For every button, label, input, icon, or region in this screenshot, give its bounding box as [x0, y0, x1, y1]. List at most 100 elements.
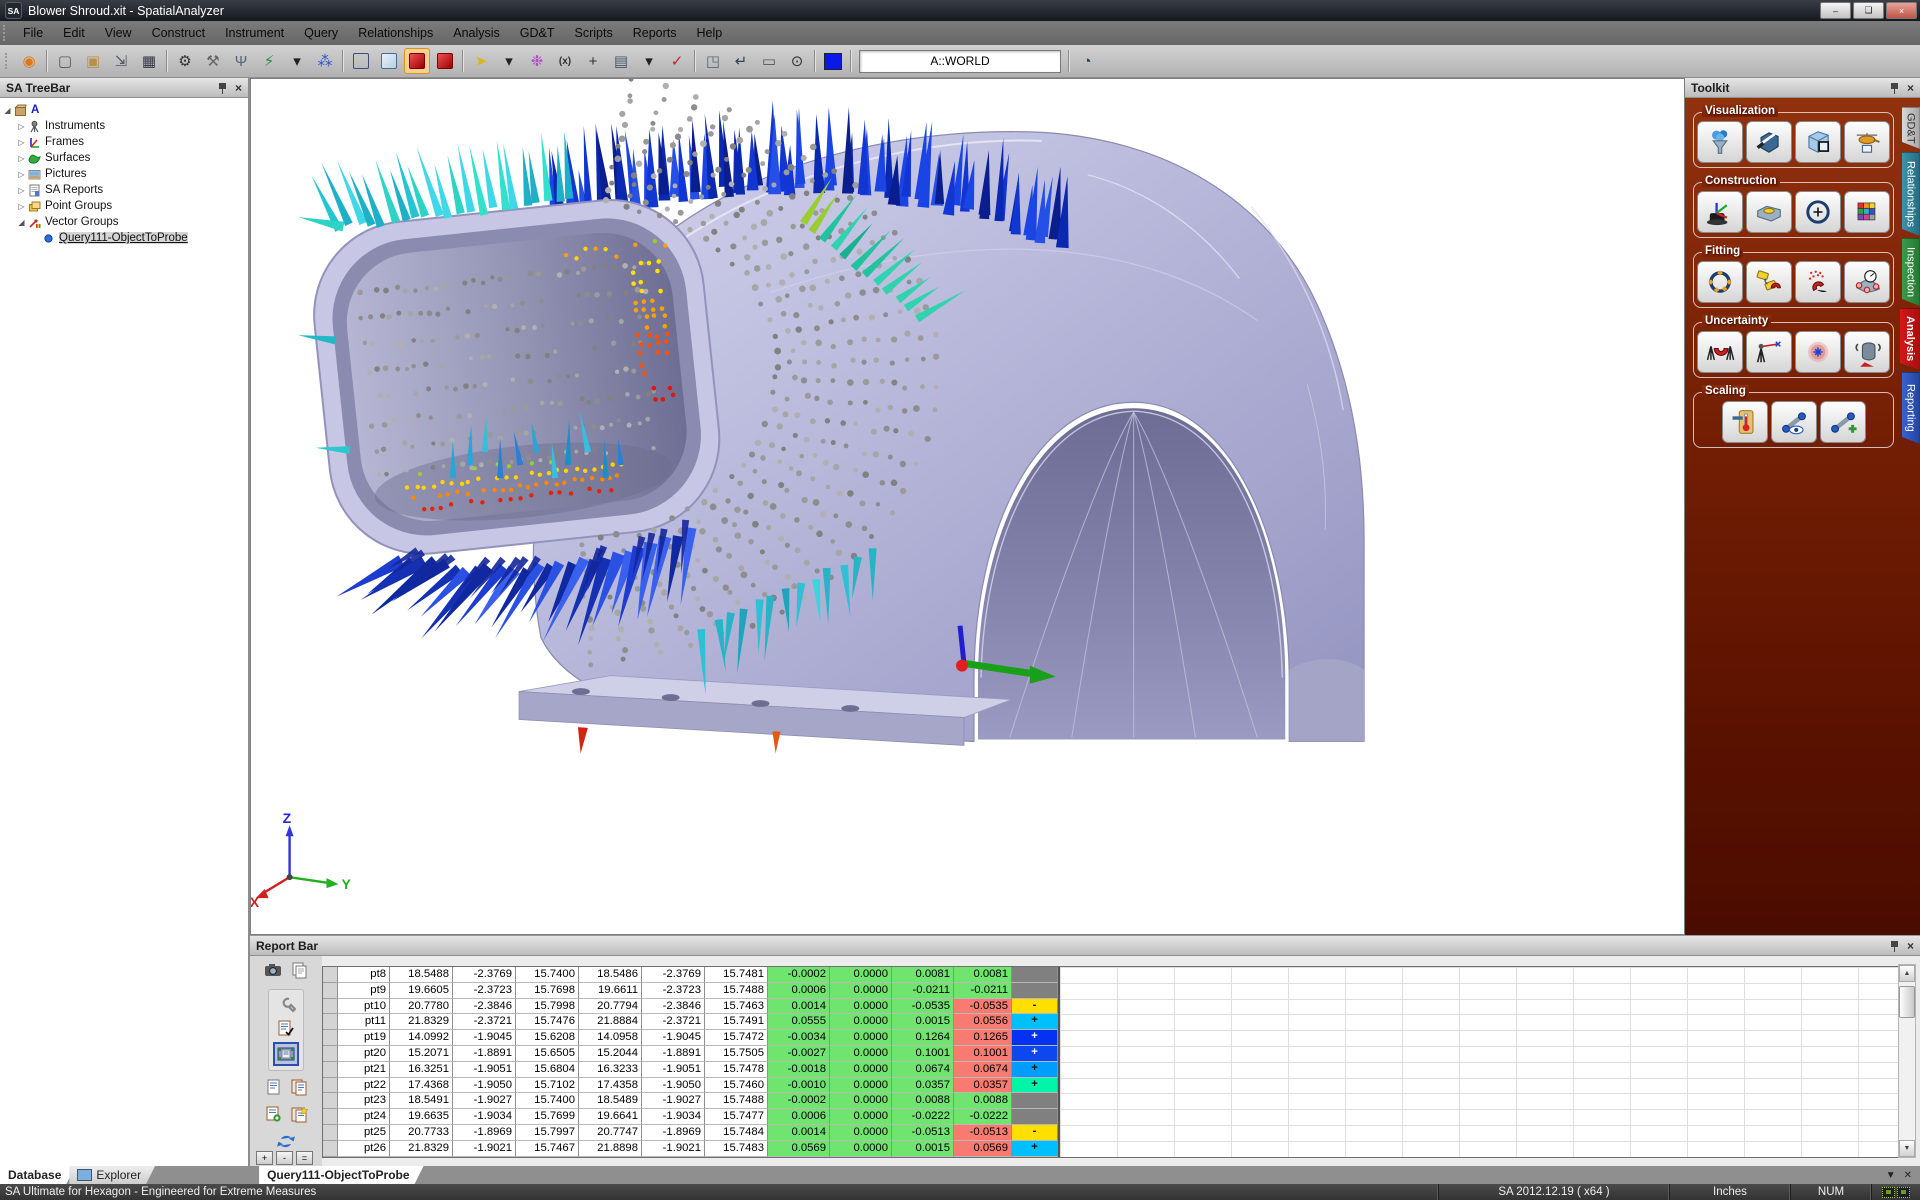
- reportbar-close-icon[interactable]: ×: [1907, 940, 1914, 952]
- menu-help[interactable]: Help: [687, 23, 733, 43]
- report-row-pt25[interactable]: pt2520.7733-1.896915.799720.7747-1.89691…: [323, 1125, 1901, 1141]
- tree-item-frames[interactable]: ▷Frames: [2, 134, 246, 150]
- palette-icon[interactable]: ❉: [524, 48, 550, 74]
- primitive-block-icon[interactable]: [1746, 191, 1792, 233]
- tree-item-surfaces[interactable]: ▷Surfaces: [2, 150, 246, 166]
- menu-view[interactable]: View: [95, 23, 142, 43]
- shaded-cube-icon[interactable]: [376, 48, 402, 74]
- frame-watch-icon[interactable]: ◔: [1074, 48, 1100, 74]
- construction-wizard-icon[interactable]: [1697, 191, 1743, 233]
- menu-edit[interactable]: Edit: [53, 23, 95, 43]
- menu-reports[interactable]: Reports: [623, 23, 687, 43]
- run-menu-caret[interactable]: ▾: [284, 48, 310, 74]
- report-stack-icon[interactable]: [288, 1077, 310, 1097]
- report-row-pt10[interactable]: pt1020.7780-2.384615.799820.7794-2.38461…: [323, 999, 1901, 1015]
- reportbar-pin-icon[interactable]: [1890, 940, 1899, 952]
- toolbar-grip[interactable]: [5, 53, 12, 69]
- voxel-cloud-icon[interactable]: [1844, 191, 1890, 233]
- tab-explorer[interactable]: Explorer: [69, 1166, 155, 1184]
- toolkit-tab-inspection[interactable]: Inspection: [1902, 238, 1920, 306]
- copy-report-icon[interactable]: [288, 960, 310, 980]
- tree-expander-icon[interactable]: ◢: [16, 218, 27, 227]
- scale-bar-view-icon[interactable]: [1771, 401, 1817, 443]
- scale-bar-add-icon[interactable]: [1820, 401, 1866, 443]
- check-measure-icon[interactable]: ✓: [664, 48, 690, 74]
- minimize-button[interactable]: –: [1820, 2, 1851, 19]
- tools-wrench-icon[interactable]: ⚒: [200, 48, 226, 74]
- report-row-pt24[interactable]: pt2419.6635-1.903415.769919.6641-1.90341…: [323, 1109, 1901, 1125]
- pick-menu-caret[interactable]: ▾: [496, 48, 522, 74]
- menu-instrument[interactable]: Instrument: [215, 23, 294, 43]
- instrument-ray-uncertainty-icon[interactable]: [1746, 331, 1792, 373]
- tree-expander-icon[interactable]: ▷: [16, 122, 27, 131]
- report-row-pt22[interactable]: pt2217.4368-1.905015.710217.4358-1.90501…: [323, 1078, 1901, 1094]
- report-zoom-out-button[interactable]: -: [276, 1151, 293, 1165]
- close-button[interactable]: ×: [1886, 2, 1917, 19]
- measure-x-icon[interactable]: (x): [552, 48, 578, 74]
- menu-file[interactable]: File: [13, 23, 53, 43]
- import-file-icon[interactable]: ⇲: [108, 48, 134, 74]
- report-options-wrench-icon[interactable]: [275, 994, 297, 1014]
- report-add-icon[interactable]: [262, 1104, 284, 1124]
- menu-query[interactable]: Query: [294, 23, 348, 43]
- report-new-star-icon[interactable]: [288, 1104, 310, 1124]
- report-frame-icon[interactable]: [273, 1042, 299, 1066]
- scroll-up-icon[interactable]: ▲: [1899, 965, 1915, 982]
- maximize-button[interactable]: ❏: [1853, 2, 1884, 19]
- toolkit-pin-icon[interactable]: [1890, 82, 1899, 94]
- menu-relationships[interactable]: Relationships: [348, 23, 443, 43]
- tree-expander-icon[interactable]: ▷: [16, 202, 27, 211]
- wireframe-cube-icon[interactable]: [348, 48, 374, 74]
- uncertainty-cloud-icon[interactable]: [1795, 331, 1841, 373]
- sa-launch-icon[interactable]: ◉: [16, 48, 42, 74]
- report-row-pt8[interactable]: pt818.5488-2.376915.740018.5486-2.376915…: [323, 967, 1901, 983]
- thermometer-scale-icon[interactable]: [1722, 401, 1768, 443]
- callout-icon[interactable]: ◳: [700, 48, 726, 74]
- report-row-pt23[interactable]: pt2318.5491-1.902715.740018.5489-1.90271…: [323, 1093, 1901, 1109]
- treebar-pin-icon[interactable]: [218, 82, 227, 94]
- screenshot-camera-icon[interactable]: [262, 960, 284, 980]
- screen-camera-icon[interactable]: ⊙: [784, 48, 810, 74]
- scroll-thumb[interactable]: [1899, 986, 1915, 1018]
- report-menu-caret[interactable]: ▾: [636, 48, 662, 74]
- tree-item-vectorgroups[interactable]: ◢Vector Groups: [2, 214, 246, 230]
- robot-magnet-fit-icon[interactable]: [1746, 261, 1792, 303]
- report-check-icon[interactable]: [275, 1018, 297, 1038]
- graphics-viewport[interactable]: ZXY: [250, 78, 1685, 935]
- report-template-icon[interactable]: ▤: [608, 48, 634, 74]
- open-file-icon[interactable]: ▣: [80, 48, 106, 74]
- sensor-noise-uncertainty-icon[interactable]: [1844, 331, 1890, 373]
- toolkit-tab-analysis[interactable]: Analysis: [1900, 308, 1920, 370]
- fit-circle-points-icon[interactable]: [1697, 261, 1743, 303]
- tab-database[interactable]: Database: [0, 1166, 75, 1184]
- tree-item-instruments[interactable]: ▷Instruments: [2, 118, 246, 134]
- magnet-tripods-uncertainty-icon[interactable]: [1697, 331, 1743, 373]
- active-frame-combo[interactable]: A::WORLD: [859, 50, 1061, 73]
- reportbar-x-icon[interactable]: ✕: [1904, 1170, 1912, 1181]
- settings-gear-icon[interactable]: ⚙: [172, 48, 198, 74]
- menu-gdt[interactable]: GD&T: [510, 23, 565, 43]
- cutting-plane-icon[interactable]: [1746, 121, 1792, 163]
- report-zoom-fit-button[interactable]: =: [296, 1151, 313, 1165]
- red-cube-active-icon[interactable]: [404, 48, 430, 74]
- toolkit-tab-relationships[interactable]: Relationships: [1902, 152, 1920, 236]
- solid-red-cube-icon[interactable]: [432, 48, 458, 74]
- report-row-pt19[interactable]: pt1914.0992-1.904515.620814.0958-1.90451…: [323, 1030, 1901, 1046]
- run-interface-icon[interactable]: ⚡: [256, 48, 282, 74]
- selection-box-icon[interactable]: ▭: [756, 48, 782, 74]
- pick-arrow-icon[interactable]: ➤: [468, 48, 494, 74]
- tree-expander-icon[interactable]: ▷: [16, 186, 27, 195]
- report-row-pt21[interactable]: pt2116.3251-1.905115.680416.3233-1.90511…: [323, 1062, 1901, 1078]
- tree-item-sareports[interactable]: ▷SA Reports: [2, 182, 246, 198]
- treebar-close-icon[interactable]: ×: [235, 82, 242, 94]
- toolkit-tab-gdt[interactable]: GD&T: [1902, 107, 1920, 149]
- circle-center-icon[interactable]: [1795, 191, 1841, 233]
- save-file-icon[interactable]: ▦: [136, 48, 162, 74]
- tree-expander-icon[interactable]: ▷: [16, 154, 27, 163]
- tree-item-pointgroups[interactable]: ▷Point Groups: [2, 198, 246, 214]
- tree-item-query111-objecttoprobe[interactable]: Query111-ObjectToProbe: [2, 230, 246, 246]
- move-crosshair-icon[interactable]: +: [580, 48, 606, 74]
- tree-expander-icon[interactable]: ▷: [16, 170, 27, 179]
- instrument-add-icon[interactable]: Ψ: [228, 48, 254, 74]
- report-row-pt9[interactable]: pt919.6605-2.372315.769819.6611-2.372315…: [323, 983, 1901, 999]
